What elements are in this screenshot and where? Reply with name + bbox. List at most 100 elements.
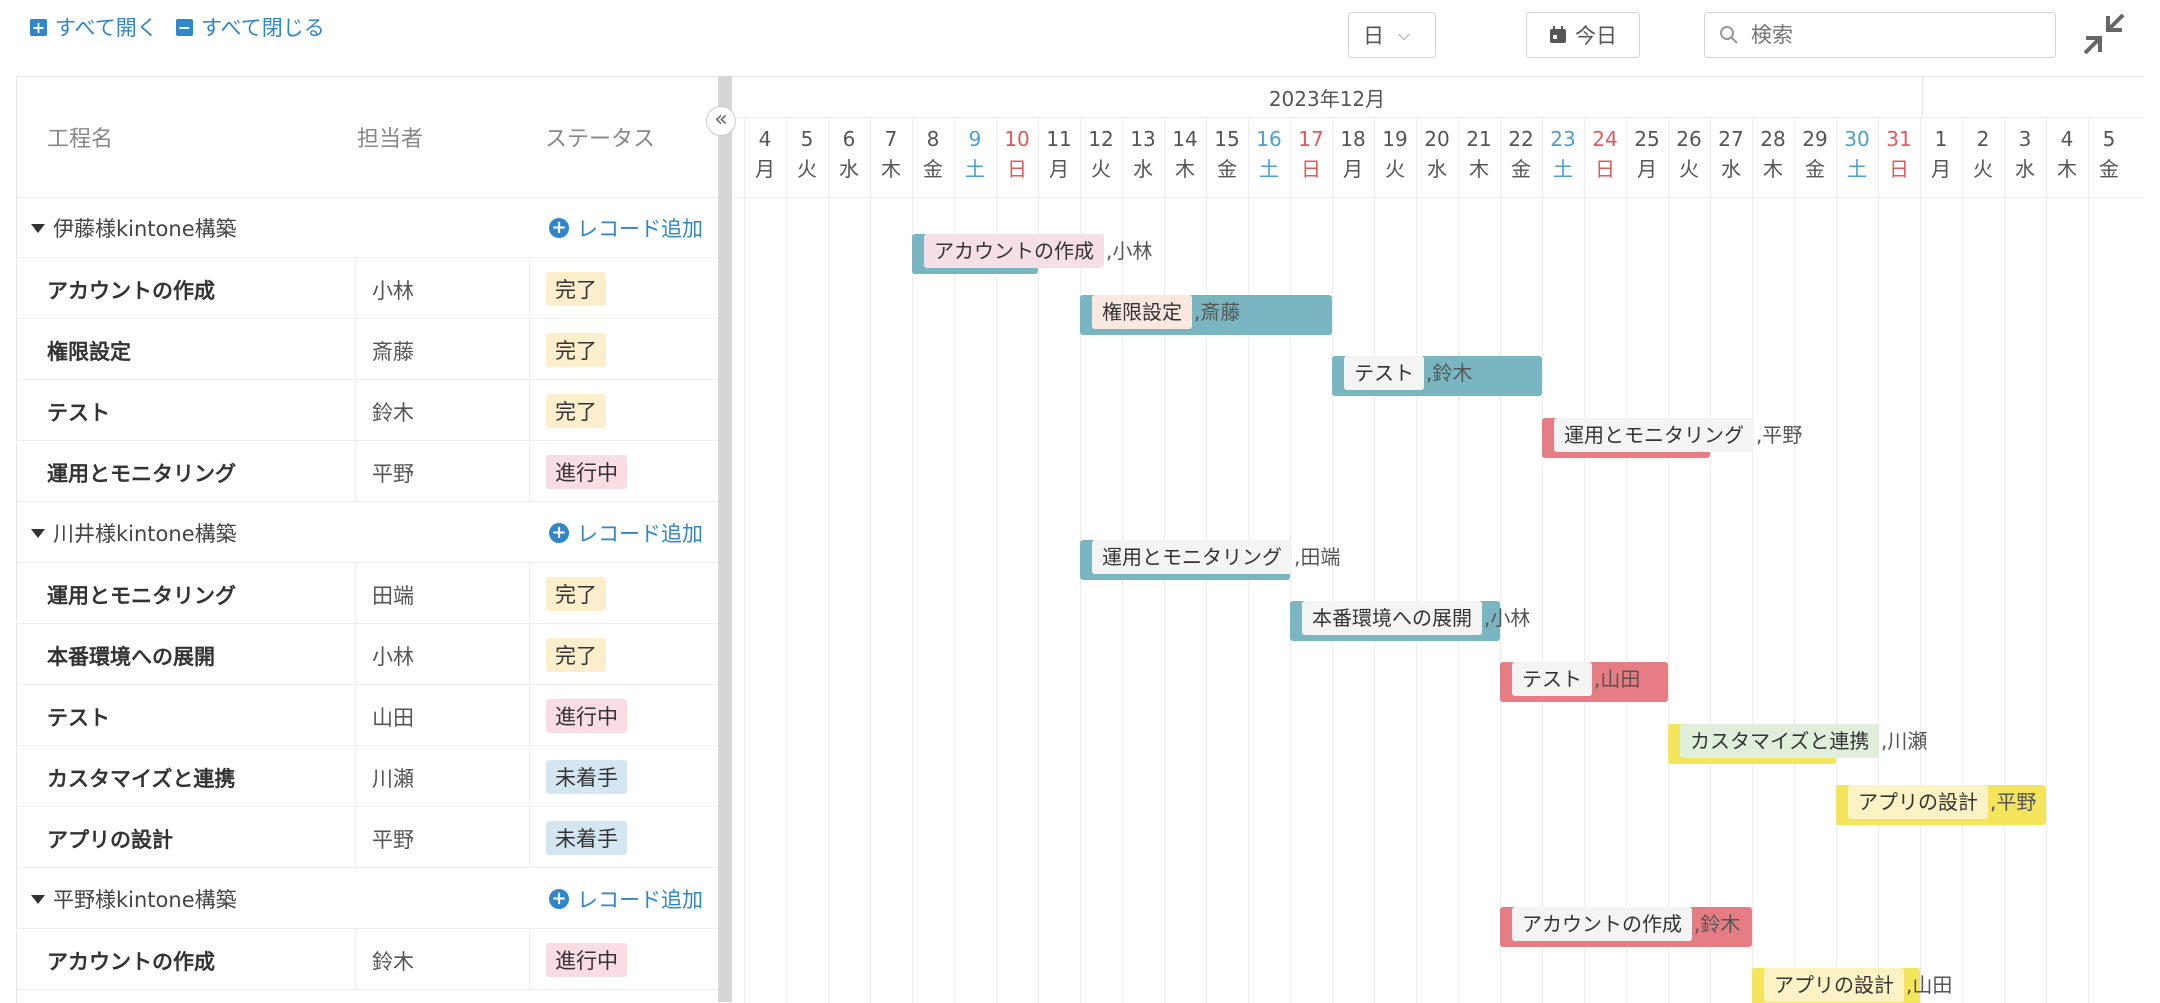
status-badge: 進行中 (546, 455, 627, 489)
status-cell: 完了 (529, 563, 606, 623)
day-weekday: 木 (1763, 157, 1783, 181)
status-cell: 進行中 (529, 929, 627, 989)
status-cell: 未着手 (529, 746, 627, 806)
group-row[interactable]: 伊藤様kintone構築 + レコード追加 (17, 197, 719, 258)
month-label: 2023年12月 (1268, 87, 1386, 111)
table-row[interactable]: 本番環境への展開 小林 完了 (17, 624, 719, 685)
day-weekday: 日 (1007, 157, 1027, 181)
day-column (1500, 117, 1542, 1003)
column-header-assignee[interactable]: 担当者 (357, 121, 423, 153)
status-cell: 未着手 (529, 807, 627, 867)
task-grid: 工程名 担当者 ステータス 伊藤様kintone構築 + レコード追加 アカウン… (16, 76, 719, 1003)
assignee-cell: 鈴木 (355, 380, 545, 440)
gantt-bar[interactable]: 運用とモニタリング ,田端 (1080, 540, 1340, 580)
gantt-bar-label: 運用とモニタリング (1554, 417, 1754, 452)
expand-all-button[interactable]: + すべて開く (30, 12, 158, 42)
calendar-icon (1550, 26, 1566, 43)
day-number: 4 (758, 127, 772, 151)
gantt-bar[interactable]: アプリの設計 ,平野 (1836, 784, 2046, 825)
day-weekday: 日 (1301, 157, 1321, 181)
gantt-bar-assignee: ,田端 (1294, 545, 1341, 569)
collapse-view-icon[interactable] (2082, 12, 2126, 56)
gantt-bar-assignee: ,平野 (1990, 789, 2037, 814)
day-column (1836, 117, 1878, 1003)
table-row[interactable]: カスタマイズと連携 川瀬 未着手 (17, 746, 719, 807)
gantt-bar-label: アカウントの作成 (924, 234, 1104, 268)
gantt-bar[interactable]: カスタマイズと連携 ,川瀬 (1668, 723, 1927, 764)
group-toggle[interactable]: 伊藤様kintone構築 (31, 213, 237, 243)
column-header-status[interactable]: ステータス (545, 121, 655, 153)
splitter[interactable] (718, 76, 732, 1002)
assignee-cell: 平野 (355, 807, 545, 867)
assignee-cell: 鈴木 (355, 929, 545, 989)
table-row[interactable]: アプリの設計 平野 未着手 (17, 807, 719, 868)
day-column (1920, 117, 1962, 1003)
plus-circle-icon: + (549, 523, 569, 543)
day-weekday: 月 (755, 157, 775, 181)
expand-all-label: すべて開く (55, 16, 158, 40)
table-row[interactable]: 運用とモニタリング 田端 完了 (17, 563, 719, 624)
add-record-button[interactable]: + レコード追加 (549, 884, 703, 914)
process-cell: アプリの設計 (47, 828, 173, 852)
day-number: 24 (1592, 127, 1618, 151)
gantt-bar[interactable]: 権限設定 ,斎藤 (1080, 295, 1332, 336)
day-number: 10 (1004, 127, 1030, 151)
day-weekday: 金 (923, 157, 943, 181)
table-row[interactable]: テスト 鈴木 完了 (17, 380, 719, 441)
gantt-bar[interactable]: テスト ,山田 (1500, 662, 1668, 703)
status-cell: 完了 (529, 319, 606, 379)
day-number: 6 (842, 127, 856, 151)
day-number: 22 (1508, 127, 1534, 151)
group-toggle[interactable]: 平野様kintone構築 (31, 884, 237, 914)
gantt-bar[interactable]: アカウントの作成 ,鈴木 (1500, 907, 1752, 948)
add-record-label: レコード追加 (577, 888, 703, 912)
process-cell: 運用とモニタリング (47, 584, 236, 608)
collapse-all-label: すべて閉じる (201, 16, 325, 40)
assignee-cell: 小林 (355, 258, 545, 318)
status-cell: 完了 (529, 258, 606, 318)
add-record-label: レコード追加 (577, 217, 703, 241)
table-row[interactable]: テスト 山田 進行中 (17, 685, 719, 746)
day-column (2088, 117, 2130, 1003)
gantt-bar[interactable]: 運用とモニタリング ,平野 (1542, 417, 1802, 458)
search-box[interactable] (1704, 12, 2056, 58)
table-row[interactable]: アカウントの作成 鈴木 進行中 (17, 929, 719, 990)
gantt-bar-label: 本番環境への展開 (1302, 601, 1482, 636)
status-badge: 完了 (546, 394, 606, 428)
gantt-bar-label: テスト (1344, 356, 1424, 391)
day-column (870, 117, 912, 1003)
day-number: 1 (1934, 127, 1948, 151)
group-toggle[interactable]: 川井様kintone構築 (31, 518, 237, 548)
add-record-button[interactable]: + レコード追加 (549, 213, 703, 243)
table-row[interactable]: 運用とモニタリング 平野 進行中 (17, 441, 719, 502)
day-column (786, 117, 828, 1003)
gantt-bar-assignee: ,川瀬 (1881, 728, 1928, 753)
gantt-bar[interactable]: 本番環境への展開 ,小林 (1290, 601, 1530, 642)
day-column (1752, 117, 1794, 1003)
scale-select[interactable]: 日 ⌵ (1348, 12, 1436, 58)
day-number: 3 (2018, 127, 2032, 151)
day-column (828, 117, 870, 1003)
gantt-bar[interactable]: アプリの設計 ,山田 (1752, 968, 1952, 1003)
column-header-process[interactable]: 工程名 (47, 121, 113, 153)
gantt-bar-label: カスタマイズと連携 (1680, 723, 1880, 758)
group-row[interactable]: 平野様kintone構築 + レコード追加 (17, 868, 719, 929)
day-header-divider (732, 197, 2144, 198)
day-number: 29 (1802, 127, 1828, 151)
gantt-bar[interactable]: アカウントの作成 ,小林 (912, 234, 1152, 274)
gantt-bar-label: アプリの設計 (1848, 784, 1988, 819)
day-number: 23 (1550, 127, 1576, 151)
process-cell: 本番環境への展開 (47, 645, 215, 669)
search-input[interactable] (1749, 22, 2043, 48)
grid-header: 工程名 担当者 ステータス (17, 77, 719, 198)
group-row[interactable]: 川井様kintone構築 + レコード追加 (17, 502, 719, 563)
table-row[interactable]: アカウントの作成 小林 完了 (17, 258, 719, 319)
minus-square-icon: − (176, 17, 193, 37)
add-record-button[interactable]: + レコード追加 (549, 518, 703, 548)
gantt-bar[interactable]: テスト ,鈴木 (1332, 356, 1542, 397)
search-icon (1720, 26, 1738, 44)
today-button[interactable]: 今日 (1526, 12, 1640, 58)
day-weekday: 水 (1133, 157, 1153, 181)
table-row[interactable]: 権限設定 斎藤 完了 (17, 319, 719, 380)
collapse-all-button[interactable]: − すべて閉じる (176, 12, 325, 42)
